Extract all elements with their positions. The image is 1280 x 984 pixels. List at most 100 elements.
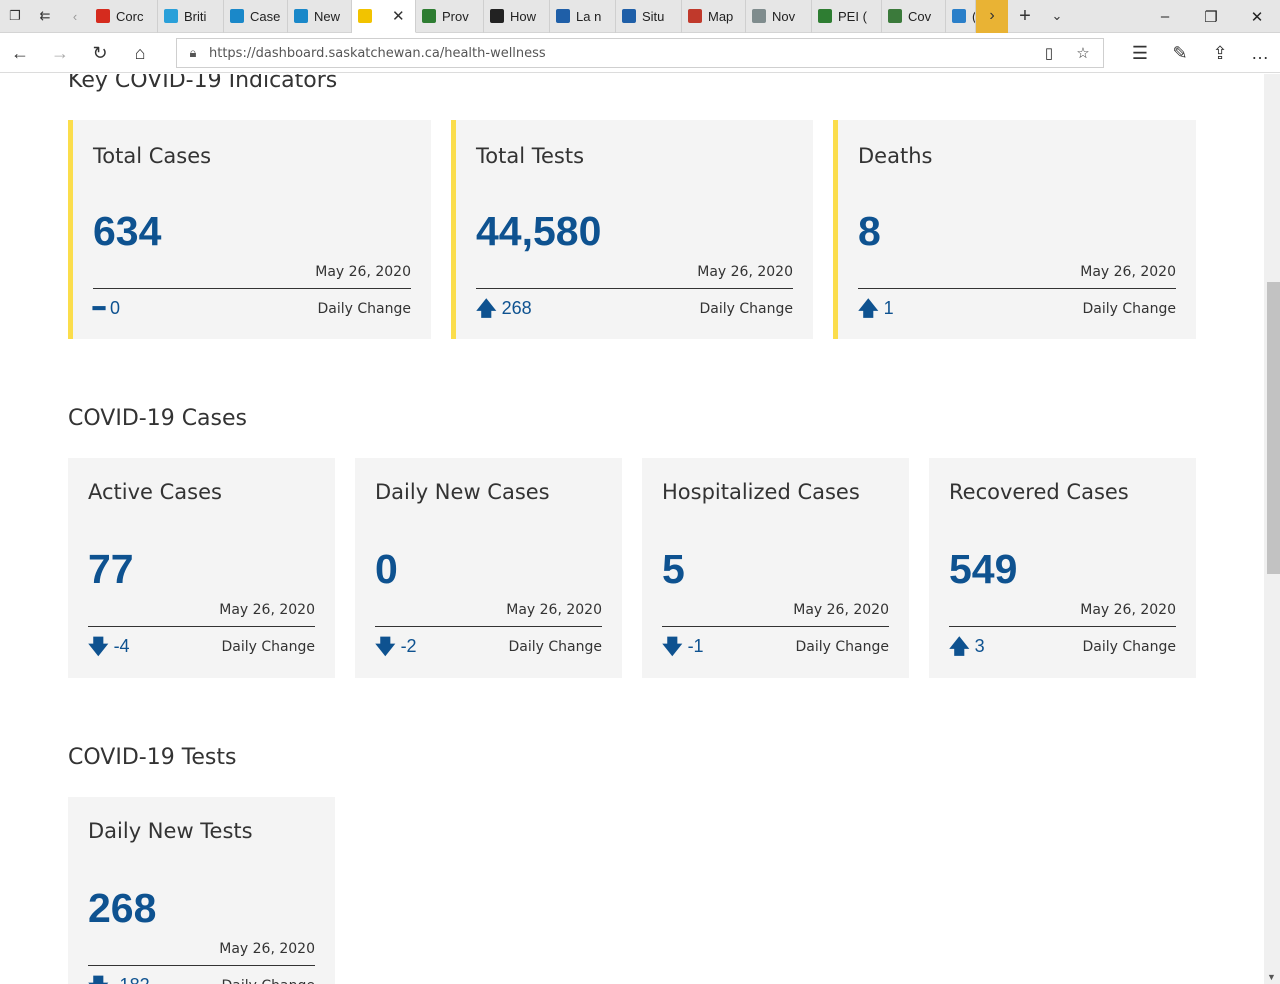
card-value: 77	[88, 546, 134, 592]
tab-label: Prov	[442, 8, 469, 24]
card-title: Total Cases	[93, 144, 212, 168]
tab-label: PEI (	[838, 8, 867, 24]
tab-favicon-icon	[422, 9, 436, 23]
tab-favicon-icon	[622, 9, 636, 23]
refresh-icon[interactable]: ↻	[80, 33, 120, 73]
url-field[interactable]: 🔒︎ https://dashboard.saskatchewan.ca/hea…	[176, 38, 1104, 68]
tab-favicon-icon	[490, 9, 504, 23]
card-date: May 26, 2020	[219, 941, 315, 957]
tab-favicon-icon	[888, 9, 902, 23]
daily-change-value: 0	[110, 298, 121, 318]
tab-favicon-icon	[294, 9, 308, 23]
notes-pen-icon[interactable]: ✎	[1160, 33, 1200, 73]
tab-label: New	[314, 8, 341, 24]
favorites-hub-icon[interactable]: ☰	[1120, 33, 1160, 73]
url-text[interactable]: https://dashboard.saskatchewan.ca/health…	[209, 46, 546, 61]
key-indicators-title: Key COVID-19 Indicators	[68, 74, 338, 93]
tab-favicon-icon	[818, 9, 832, 23]
indicator-card: Daily New Tests 268 May 26, 2020 🡇 -182 Daily…	[68, 797, 335, 984]
arrow-down-icon: 🡇	[662, 635, 683, 658]
close-window-icon[interactable]: ✕	[1234, 0, 1280, 33]
browser-tab[interactable]: Prov	[416, 0, 484, 33]
set-aside-tabs-icon[interactable]: ⇇	[30, 0, 60, 33]
tab-scroll-left-icon[interactable]: ‹	[60, 0, 90, 33]
tab-label: Map	[708, 8, 734, 24]
daily-change: ━ 0	[93, 298, 120, 319]
covid-cases-title: COVID-19 Cases	[68, 406, 247, 431]
card-date: May 26, 2020	[1080, 602, 1176, 618]
card-value: 634	[93, 208, 162, 254]
daily-change-value: 268	[501, 298, 532, 318]
daily-change-value: 1	[883, 298, 894, 318]
browser-tab[interactable]: La n	[550, 0, 616, 33]
card-date: May 26, 2020	[1080, 264, 1176, 280]
daily-change-label: Daily Change	[222, 978, 315, 984]
daily-change-value: 3	[974, 636, 985, 656]
arrow-up-icon: 🡅	[858, 297, 879, 320]
new-tab-icon[interactable]: +	[1008, 0, 1042, 33]
favorite-star-icon[interactable]: ☆	[1067, 39, 1099, 67]
dash-icon: ━	[93, 297, 106, 320]
browser-tab[interactable]: Corc	[90, 0, 158, 33]
tab-favicon-icon	[96, 9, 110, 23]
reading-view-icon[interactable]: ▯	[1033, 39, 1065, 67]
arrow-down-icon: 🡇	[88, 976, 109, 984]
browser-tab[interactable]: ✕	[352, 0, 416, 33]
tab-actions-icon[interactable]: ❐	[0, 0, 30, 33]
share-icon[interactable]: ⇪	[1200, 33, 1240, 73]
daily-change: 🡅 3	[949, 636, 985, 657]
daily-change-label: Daily Change	[795, 639, 889, 655]
back-icon[interactable]: ←	[0, 33, 40, 73]
restore-icon[interactable]: ❐	[1188, 0, 1234, 33]
tab-favicon-icon	[952, 9, 966, 23]
minimize-icon[interactable]: –	[1142, 0, 1188, 33]
tab-label: How	[510, 8, 537, 24]
tab-close-icon[interactable]: ✕	[392, 7, 405, 25]
tab-preview-icon[interactable]: ⌄	[1042, 0, 1072, 33]
tab-label: La n	[576, 8, 602, 24]
scroll-down-icon[interactable]: ▼	[1267, 972, 1276, 982]
browser-tab[interactable]: Cov	[882, 0, 946, 33]
card-title: Recovered Cases	[949, 480, 1129, 504]
tab-label: Case	[250, 8, 281, 24]
arrow-up-icon: 🡅	[949, 635, 970, 658]
more-menu-icon[interactable]: …	[1240, 33, 1280, 73]
arrow-down-icon: 🡇	[88, 635, 109, 658]
tab-favicon-icon	[688, 9, 702, 23]
tab-label: Cov	[908, 8, 932, 24]
home-icon[interactable]: ⌂	[120, 33, 160, 73]
browser-tab[interactable]: Nov	[746, 0, 812, 33]
tab-label: Briti	[184, 8, 207, 24]
tab-favicon-icon	[556, 9, 570, 23]
card-date: May 26, 2020	[506, 602, 602, 618]
tab-favicon-icon	[358, 8, 372, 23]
indicator-card: Deaths 8 May 26, 2020 🡅 1 Daily Change	[833, 120, 1196, 339]
daily-change: 🡅 268	[476, 298, 532, 319]
tab-scroll-right-icon[interactable]: ›	[976, 0, 1008, 33]
card-value: 44,580	[476, 208, 602, 254]
card-date: May 26, 2020	[793, 602, 889, 618]
forward-icon[interactable]: →	[40, 33, 80, 73]
daily-change: 🡇 -2	[375, 636, 417, 657]
tab-label: Situ	[642, 8, 665, 24]
browser-tab[interactable]: (	[946, 0, 976, 33]
tab-favicon-icon	[752, 9, 766, 23]
browser-tab[interactable]: New	[288, 0, 352, 33]
indicator-card: Hospitalized Cases 5 May 26, 2020 🡇 -1 Daily …	[642, 458, 909, 678]
scrollbar-thumb[interactable]	[1267, 282, 1280, 574]
card-divider	[93, 288, 411, 289]
browser-tab[interactable]: Situ	[616, 0, 682, 33]
browser-tab[interactable]: Briti	[158, 0, 224, 33]
card-divider	[375, 626, 602, 627]
card-value: 549	[949, 546, 1018, 592]
card-divider	[476, 288, 793, 289]
browser-tab[interactable]: Case	[224, 0, 288, 33]
daily-change: 🡇 -4	[88, 636, 130, 657]
card-title: Active Cases	[88, 480, 222, 504]
browser-tab[interactable]: Map	[682, 0, 746, 33]
browser-tab[interactable]: PEI (	[812, 0, 882, 33]
address-bar: ← → ↻ ⌂ 🔒︎ https://dashboard.saskatchewa…	[0, 33, 1280, 73]
card-divider	[662, 626, 889, 627]
scrollbar[interactable]: ▼	[1264, 74, 1280, 984]
browser-tab[interactable]: How	[484, 0, 550, 33]
